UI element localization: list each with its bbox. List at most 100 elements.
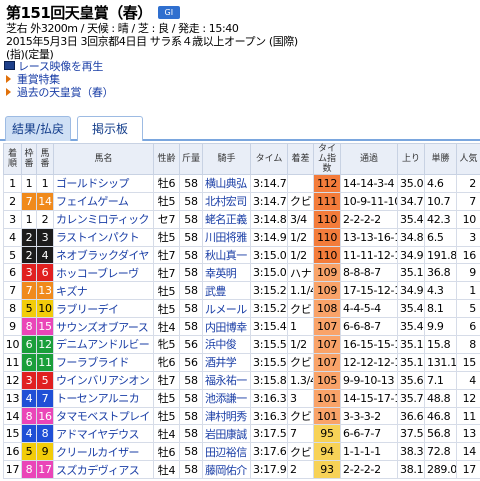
uma-cell: 17: [36, 460, 54, 480]
waku-cell: 2: [21, 245, 37, 265]
jockey-link[interactable]: 蛯名正義: [202, 209, 251, 229]
odds-cell: 46.8: [424, 406, 457, 426]
jockey-link[interactable]: 津村明秀: [202, 406, 251, 426]
passing-cell: 9-9-10-13: [340, 370, 398, 390]
sex-age-cell: 牡4: [153, 460, 180, 480]
weight-cell: 58: [179, 209, 203, 229]
weight-cell: 58: [179, 388, 203, 408]
horse-name-link[interactable]: フェイムゲーム: [53, 191, 154, 211]
margin-cell: 1/2: [287, 335, 314, 354]
jockey-link[interactable]: 酒井学: [202, 352, 251, 372]
popularity-cell: 4: [456, 370, 480, 390]
uma-cell: 7: [36, 388, 54, 408]
uma-cell: 12: [36, 335, 54, 354]
horse-name-link[interactable]: サウンズオブアース: [53, 317, 154, 337]
passing-cell: 10-9-11-10: [340, 191, 398, 211]
sex-age-cell: 牡7: [153, 245, 180, 265]
jockey-link[interactable]: 池添謙一: [202, 388, 251, 408]
waku-cell: 8: [21, 460, 37, 480]
rank-cell: 8: [3, 299, 22, 319]
uma-cell: 13: [36, 281, 54, 301]
horse-name-link[interactable]: ホッコーブレーヴ: [53, 263, 154, 283]
last-3f-cell: 35.4: [397, 209, 425, 229]
passing-cell: 3-3-3-2: [340, 406, 398, 426]
jockey-link[interactable]: 岩田康誠: [202, 424, 251, 444]
uma-cell: 3: [36, 227, 54, 247]
tab-board[interactable]: 掲示板: [77, 116, 143, 141]
last-3f-cell: 35.6: [397, 370, 425, 390]
weight-cell: 58: [179, 442, 203, 462]
horse-name-link[interactable]: キズナ: [53, 281, 154, 301]
last-3f-cell: 35.4: [397, 299, 425, 319]
jockey-link[interactable]: 福永祐一: [202, 370, 251, 390]
horse-name-link[interactable]: ネオブラックダイヤ: [53, 245, 154, 265]
time-index-cell: 110: [313, 227, 341, 247]
odds-cell: 131.1: [424, 352, 457, 372]
past-races-link[interactable]: 過去の天皇賞（春）: [4, 85, 114, 99]
horse-name-link[interactable]: スズカデヴィアス: [53, 460, 154, 480]
horse-name-link[interactable]: カレンミロティック: [53, 209, 154, 229]
horse-name-link[interactable]: デニムアンドルビー: [53, 335, 154, 354]
odds-cell: 48.8: [424, 388, 457, 408]
table-row: 5 2 4 ネオブラックダイヤ 牡7 58 秋山真一 3:15.0 1/2 110 11-11-12…: [3, 245, 480, 265]
popularity-cell: 12: [456, 388, 480, 408]
jockey-link[interactable]: 藤岡佑介: [202, 460, 251, 480]
sex-age-cell: 牡5: [153, 191, 180, 211]
jockey-link[interactable]: ルメール: [202, 299, 251, 319]
odds-cell: 4.6: [424, 174, 457, 193]
weight-cell: 58: [179, 281, 203, 301]
margin-cell: クビ: [287, 406, 314, 426]
waku-cell: 3: [21, 370, 37, 390]
tab-bar: 結果/払戻 掲示板: [0, 113, 480, 141]
horse-name-link[interactable]: アドマイヤデウス: [53, 424, 154, 444]
jockey-link[interactable]: 幸英明: [202, 263, 251, 283]
margin-cell: 3/4: [287, 209, 314, 229]
rank-cell: 15: [3, 424, 22, 444]
sex-age-cell: セ7: [153, 209, 180, 229]
weight-cell: 58: [179, 174, 203, 193]
horse-name-link[interactable]: トーセンアルニカ: [53, 388, 154, 408]
weight-cell: 56: [179, 352, 203, 372]
horse-name-link[interactable]: ゴールドシップ: [53, 174, 154, 193]
popularity-cell: 13: [456, 424, 480, 444]
jockey-link[interactable]: 北村宏司: [202, 191, 251, 211]
weight-cell: 58: [179, 227, 203, 247]
column-header: タイム: [250, 143, 288, 175]
jockey-link[interactable]: 横山典弘: [202, 174, 251, 193]
horse-name-link[interactable]: ウインバリアシオン: [53, 370, 154, 390]
jockey-link[interactable]: 武豊: [202, 281, 251, 301]
jockey-link[interactable]: 内田博幸: [202, 317, 251, 337]
margin-cell: 2: [287, 460, 314, 480]
last-3f-cell: 35.1: [397, 335, 425, 354]
popularity-cell: 11: [456, 406, 480, 426]
jockey-link[interactable]: 浜中俊: [202, 335, 251, 354]
last-3f-cell: 34.9: [397, 281, 425, 301]
passing-cell: 14-15-17-17: [340, 388, 398, 408]
time-cell: 3:15.5: [250, 335, 288, 354]
table-row: 1235ウインバリアシオン牡758福永祐一3:15.81.3/41059-9-1…: [3, 370, 480, 390]
passing-cell: 13-13-16-14: [340, 227, 398, 247]
horse-name-link[interactable]: クリールカイザー: [53, 442, 154, 462]
uma-cell: 1: [36, 174, 54, 193]
horse-name-link[interactable]: ラブリーデイ: [53, 299, 154, 319]
tab-results[interactable]: 結果/払戻: [5, 116, 71, 141]
time-index-cell: 112: [313, 174, 341, 193]
time-index-cell: 101: [313, 406, 341, 426]
waku-cell: 4: [21, 388, 37, 408]
sex-age-cell: 牝6: [153, 352, 180, 372]
horse-name-link[interactable]: タマモベストプレイ: [53, 406, 154, 426]
jockey-link[interactable]: 川田将雅: [202, 227, 251, 247]
table-row: 2 7 14 フェイムゲーム 牡5 58 北村宏司 3:14.7 クビ 111 10-9-11-10…: [3, 191, 480, 211]
column-header: 上り: [397, 143, 425, 175]
popularity-cell: 1: [456, 281, 480, 301]
column-header: 人気: [456, 143, 480, 175]
sex-age-cell: 牡5: [153, 299, 180, 319]
horse-name-link[interactable]: フーラブライド: [53, 352, 154, 372]
jockey-link[interactable]: 秋山真一: [202, 245, 251, 265]
sex-age-cell: 牡4: [153, 424, 180, 444]
rank-cell: 16: [3, 442, 22, 462]
waku-cell: 6: [21, 335, 37, 354]
jockey-link[interactable]: 田辺裕信: [202, 442, 251, 462]
waku-cell: 1: [21, 174, 37, 193]
horse-name-link[interactable]: ラストインパクト: [53, 227, 154, 247]
